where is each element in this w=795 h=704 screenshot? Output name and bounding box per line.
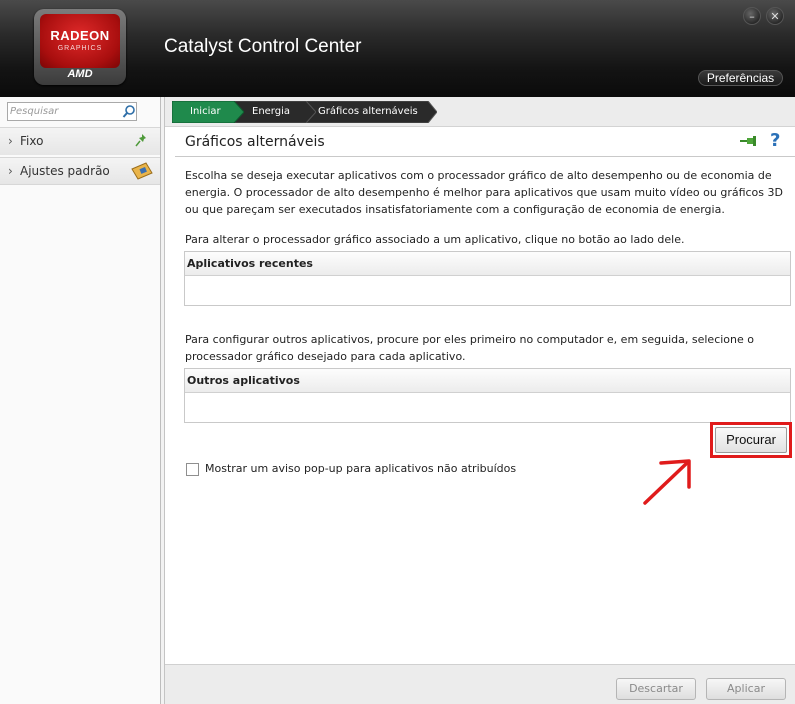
search-input[interactable] xyxy=(10,103,118,120)
close-button[interactable]: ✕ xyxy=(766,7,784,25)
help-icon[interactable]: ? xyxy=(770,130,780,151)
pin-icon xyxy=(135,134,146,147)
sidebar-item-label: Fixo xyxy=(20,134,44,148)
apply-button[interactable]: Aplicar xyxy=(706,678,786,700)
logo-badge: RADEON GRAPHICS xyxy=(40,14,120,68)
pin-icon[interactable] xyxy=(739,133,759,149)
sidebar: › Fixo › Ajustes padrão xyxy=(0,97,161,704)
search-icon[interactable] xyxy=(122,104,136,119)
breadcrumb-graficos-alternaveis[interactable]: Gráficos alternáveis xyxy=(300,101,437,123)
breadcrumb-label: Iniciar xyxy=(190,106,221,117)
main-panel: Gráficos alternáveis ? Escolha se deseja… xyxy=(165,127,795,664)
title-divider xyxy=(175,156,795,157)
breadcrumb-label: Gráficos alternáveis xyxy=(318,106,418,117)
logo-radeon-text: RADEON xyxy=(50,28,110,43)
list-header: Outros aplicativos xyxy=(185,369,790,393)
breadcrumb-iniciar[interactable]: Iniciar xyxy=(172,101,244,123)
hint-text: Para alterar o processador gráfico assoc… xyxy=(185,233,685,246)
card-icon xyxy=(131,162,153,180)
preferences-button[interactable]: Preferências xyxy=(698,70,783,86)
browse-button[interactable]: Procurar xyxy=(715,427,787,453)
close-icon: ✕ xyxy=(770,10,780,23)
breadcrumb-energia[interactable]: Energia xyxy=(234,101,316,123)
list-header: Aplicativos recentes xyxy=(185,252,790,276)
logo-amd-text: AMD xyxy=(67,68,93,80)
sidebar-item-fixo[interactable]: › Fixo xyxy=(0,127,160,155)
footer-bar: Descartar Aplicar xyxy=(165,664,795,704)
breadcrumb-label: Energia xyxy=(252,106,290,117)
arrow-annotation xyxy=(643,459,691,505)
sidebar-item-ajustes-padrao[interactable]: › Ajustes padrão xyxy=(0,157,160,185)
minus-icon: – xyxy=(749,10,755,23)
minimize-button[interactable]: – xyxy=(743,7,761,25)
other-apps-header: Outros aplicativos xyxy=(187,374,300,387)
radeon-logo: RADEON GRAPHICS AMD xyxy=(34,9,126,85)
page-title: Gráficos alternáveis xyxy=(185,134,325,150)
popup-warning-checkbox[interactable] xyxy=(186,463,199,476)
discard-button[interactable]: Descartar xyxy=(616,678,696,700)
other-apps-list[interactable]: Outros aplicativos xyxy=(184,368,791,423)
description-text: Escolha se deseja executar aplicativos c… xyxy=(185,169,783,216)
breadcrumb: Gráficos alternáveis Energia Iniciar xyxy=(165,97,795,127)
sidebar-item-label: Ajustes padrão xyxy=(20,164,110,178)
chevron-right-icon: › xyxy=(8,134,13,148)
logo-graphics-text: GRAPHICS xyxy=(57,45,103,52)
app-title: Catalyst Control Center xyxy=(164,36,362,57)
header-bar: RADEON GRAPHICS AMD Catalyst Control Cen… xyxy=(0,0,795,97)
chevron-right-icon: › xyxy=(8,164,13,178)
search-box xyxy=(7,102,137,121)
popup-warning-label[interactable]: Mostrar um aviso pop-up para aplicativos… xyxy=(205,462,516,475)
recent-apps-header: Aplicativos recentes xyxy=(187,257,313,270)
recent-apps-list[interactable]: Aplicativos recentes xyxy=(184,251,791,306)
others-hint-text: Para configurar outros aplicativos, proc… xyxy=(185,333,754,363)
